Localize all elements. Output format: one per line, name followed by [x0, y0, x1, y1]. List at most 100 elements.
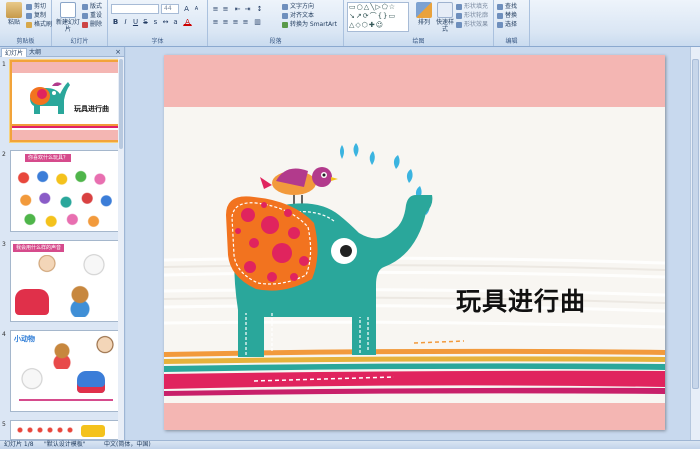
slide-thumbnail-3[interactable]: 我会用什么样的声音 — [10, 240, 122, 322]
bold-icon[interactable]: B — [111, 17, 120, 26]
brush-icon — [26, 21, 32, 28]
fill-icon — [456, 3, 462, 10]
italic-icon[interactable]: I — [121, 17, 130, 26]
scrollbar-thumb[interactable] — [692, 59, 699, 389]
copy-icon — [26, 12, 32, 19]
underline-icon[interactable]: U — [131, 17, 140, 26]
slide-thumbnail-1[interactable]: 玩具进行曲 — [10, 60, 122, 142]
font-color-icon[interactable]: A — [183, 17, 192, 26]
columns-icon[interactable]: ▥ — [253, 17, 262, 26]
shrink-font-icon[interactable]: A — [192, 4, 201, 13]
slide-thumbnail-2[interactable]: 你喜欢什么玩具？ — [10, 150, 122, 232]
close-icon[interactable]: × — [115, 48, 121, 56]
replace-icon — [497, 12, 503, 19]
font-group-label: 字体 — [151, 38, 164, 45]
shape-effects-button[interactable]: 形状效果 — [456, 20, 488, 29]
toy-car-image — [15, 289, 49, 315]
thumb-pink-band — [12, 62, 120, 73]
delete-slide-button[interactable]: 删除 — [82, 20, 102, 29]
format-painter-button[interactable]: 格式刷 — [26, 20, 52, 29]
new-slide-button[interactable]: 新建幻灯片 — [55, 2, 81, 34]
align-right-icon[interactable]: ≡ — [231, 17, 240, 26]
slide-title[interactable]: 玩具进行曲 — [456, 282, 586, 318]
smartart-icon — [282, 21, 288, 28]
drawing-group: ▭○△╲▷⬠☆ ↘↗⟳⌒{}▭ △◇⬡✚☺ 排列 快速样式 形状填充 形状轮廓 形状… — [344, 0, 494, 46]
grow-font-icon[interactable]: A — [182, 4, 191, 13]
cat-toy-image — [21, 367, 43, 393]
thumb-number: 5 — [2, 421, 6, 428]
cut-button[interactable]: 剪切 — [26, 2, 46, 11]
layout-button[interactable]: 版式 — [82, 2, 102, 11]
char-spacing-icon[interactable]: ↔ — [161, 17, 170, 26]
shadow-icon[interactable]: s — [151, 17, 160, 26]
toy-car-image — [77, 371, 105, 393]
elephant-thumb-icon — [30, 82, 70, 114]
font-group: 44 A A B I U S s ↔ a A 字体 — [108, 0, 208, 46]
justify-icon[interactable]: ≡ — [241, 17, 250, 26]
doll-image — [37, 255, 57, 279]
replace-button[interactable]: 替换 — [497, 11, 517, 20]
theme-name: "默认设计模板" — [44, 441, 86, 448]
align-text-icon — [282, 12, 288, 19]
tab-slides[interactable]: 幻灯片 — [1, 48, 28, 57]
shape-outline-button[interactable]: 形状轮廓 — [456, 11, 488, 20]
slide-vertical-scrollbar[interactable] — [690, 47, 700, 440]
delete-icon — [82, 21, 88, 28]
thumb-number: 3 — [2, 241, 6, 248]
editing-group-label: 编辑 — [505, 38, 518, 45]
slide-counter: 幻灯片 1/8 — [4, 441, 34, 448]
arrow-line — [19, 399, 113, 401]
slide-thumbnail-pane: 幻灯片 大纲 × 1 玩具进行曲 2 你喜欢什么玩具？ 3 我会用什么样的声音 … — [0, 47, 125, 440]
shapes-gallery[interactable]: ▭○△╲▷⬠☆ ↘↗⟳⌒{}▭ △◇⬡✚☺ — [347, 2, 409, 32]
tab-outline[interactable]: 大纲 — [26, 48, 44, 57]
drawing-group-label: 绘图 — [412, 38, 425, 45]
layout-icon — [82, 3, 88, 10]
change-case-icon[interactable]: a — [171, 17, 180, 26]
status-bar: 幻灯片 1/8 "默认设计模板" 中文(简体，中国) — [0, 440, 700, 449]
font-size-combo[interactable]: 44 — [161, 4, 179, 14]
slide-canvas[interactable]: 玩具进行曲 — [164, 55, 665, 430]
font-name-combo[interactable] — [111, 4, 159, 14]
align-center-icon[interactable]: ≡ — [221, 17, 230, 26]
increase-indent-icon[interactable]: ⇥ — [243, 4, 252, 13]
find-button[interactable]: 查找 — [497, 2, 517, 11]
clipboard-group-label: 剪贴板 — [16, 38, 35, 45]
slides-group-label: 幻灯片 — [70, 38, 89, 45]
language-indicator[interactable]: 中文(简体，中国) — [104, 441, 151, 449]
slide-background-art — [164, 55, 665, 430]
thumb-pink-band — [12, 130, 120, 140]
elephant-icon — [226, 195, 433, 357]
shape-fill-button[interactable]: 形状填充 — [456, 2, 488, 11]
text-direction-icon — [282, 3, 288, 10]
slide-editing-area: 玩具进行曲 — [126, 47, 700, 440]
scrollbar-thumb[interactable] — [119, 59, 123, 149]
bird-icon — [260, 167, 338, 205]
effects-icon — [456, 21, 462, 28]
quick-styles-button[interactable]: 快速样式 — [434, 2, 456, 34]
thumb-title: 小动物 — [14, 335, 35, 343]
paste-button[interactable]: 粘贴 — [2, 2, 26, 34]
slide-thumbnail-5[interactable] — [10, 420, 122, 440]
select-button[interactable]: 选择 — [497, 20, 517, 29]
clipboard-group: 粘贴 剪切 复制 格式刷 剪贴板 — [0, 0, 52, 46]
strikethrough-icon[interactable]: S — [141, 17, 150, 26]
outline-icon — [456, 12, 462, 19]
beads-image — [15, 427, 75, 433]
thumbnail-scrollbar[interactable] — [118, 57, 124, 440]
doll-image — [95, 335, 115, 359]
text-direction-button[interactable]: 文字方向 — [282, 2, 314, 11]
smartart-button[interactable]: 转换为 SmartArt — [282, 20, 337, 29]
reset-button[interactable]: 重设 — [82, 11, 102, 20]
slides-group: 新建幻灯片 版式 重设 删除 幻灯片 — [52, 0, 108, 46]
copy-button[interactable]: 复制 — [26, 11, 46, 20]
ribbon: 粘贴 剪切 复制 格式刷 剪贴板 新建幻灯片 版式 重设 删除 幻灯片 44 A… — [0, 0, 700, 47]
line-spacing-icon[interactable]: ↕ — [255, 4, 264, 13]
slide-thumbnail-4[interactable]: 小动物 — [10, 330, 122, 412]
numbering-icon[interactable]: ≡ — [221, 4, 230, 13]
arrange-button[interactable]: 排列 — [412, 2, 436, 34]
decrease-indent-icon[interactable]: ⇤ — [233, 4, 242, 13]
quick-styles-icon — [437, 2, 453, 18]
align-text-button[interactable]: 对齐文本 — [282, 11, 314, 20]
align-left-icon[interactable]: ≡ — [211, 17, 220, 26]
bullets-icon[interactable]: ≡ — [211, 4, 220, 13]
